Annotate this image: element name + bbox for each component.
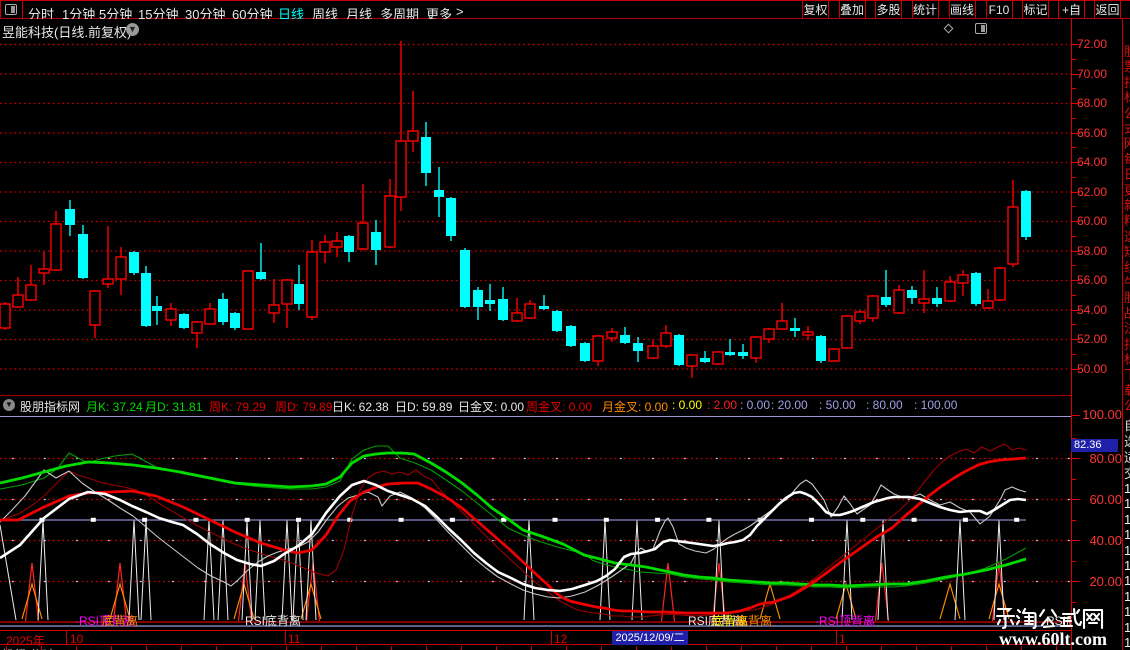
- svg-text:RSI底背离: RSI底背离: [245, 613, 301, 628]
- svg-text:-RSI顶背离: -RSI顶背离: [815, 613, 875, 628]
- svg-text:底背离: 底背离: [102, 613, 138, 628]
- svg-text:底背离: 底背离: [736, 613, 772, 628]
